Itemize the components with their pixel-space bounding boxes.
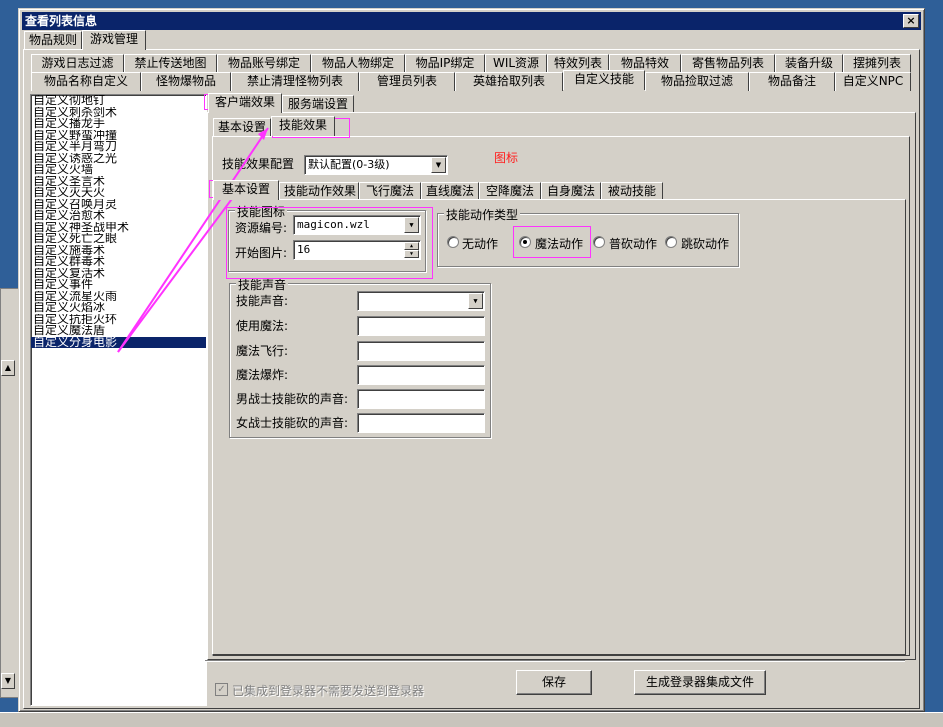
- list-item[interactable]: 自定义死亡之眼: [31, 233, 206, 245]
- flight-sound-field[interactable]: [357, 341, 485, 361]
- list-item[interactable]: 自定义播龙手: [31, 118, 206, 130]
- tab-game-management[interactable]: 游戏管理: [82, 30, 146, 50]
- female-warrior-sound-field[interactable]: [357, 413, 485, 433]
- window-title: 查看列表信息: [25, 14, 98, 28]
- radio-no-action[interactable]: [447, 236, 459, 248]
- sound-label: 技能声音:: [236, 294, 289, 308]
- tab-custom-skills[interactable]: 自定义技能: [563, 70, 645, 90]
- list-item[interactable]: 自定义诱惑之光: [31, 153, 206, 165]
- save-button[interactable]: 保存: [516, 670, 592, 695]
- tab-skill-effects[interactable]: 技能效果: [271, 116, 335, 136]
- background-window: [0, 288, 20, 698]
- skill-icon-group-title: 技能图标: [235, 203, 288, 220]
- skill-list[interactable]: 自定义彻地钉 自定义刺杀剑术 自定义播龙手 自定义野蛮冲撞 自定义半月弯刀 自定…: [30, 94, 207, 706]
- tab-equipment-upgrade[interactable]: 装备升级: [775, 54, 843, 73]
- tab-item-ip-binding[interactable]: 物品IP绑定: [405, 54, 485, 73]
- tab-monster-drops[interactable]: 怪物爆物品: [141, 72, 231, 91]
- radio-normal-slash-label[interactable]: 普砍动作: [609, 235, 657, 252]
- tab-consignment-list[interactable]: 寄售物品列表: [681, 54, 775, 73]
- radio-jump-slash-label[interactable]: 跳砍动作: [681, 235, 729, 252]
- skill-sound-group-title: 技能声音: [236, 276, 289, 293]
- list-item-selected[interactable]: 自定义分身电影: [31, 336, 206, 348]
- background-taskbar: [0, 712, 943, 727]
- female-warrior-sound-label: 女战士技能砍的声音:: [236, 416, 349, 430]
- male-warrior-sound-label: 男战士技能砍的声音:: [236, 392, 349, 406]
- tab-wil-resources[interactable]: WIL资源: [485, 54, 547, 73]
- tab-item-character-binding[interactable]: 物品人物绑定: [311, 54, 405, 73]
- spin-up-icon[interactable]: ▲: [404, 242, 419, 250]
- tab-monster-no-clear-list[interactable]: 禁止清理怪物列表: [231, 72, 359, 91]
- footer-divider: [205, 660, 905, 662]
- radio-magic-action-label[interactable]: 魔法动作: [535, 235, 583, 252]
- list-item[interactable]: 自定义施毒术: [31, 245, 206, 257]
- list-item[interactable]: 自定义魔法盾: [31, 325, 206, 337]
- background-scroll-down-icon[interactable]: ▼: [1, 673, 15, 689]
- effect-config-label: 技能效果配置: [222, 157, 295, 171]
- generate-login-file-button[interactable]: 生成登录器集成文件: [634, 670, 766, 695]
- spin-down-icon[interactable]: ▼: [404, 250, 419, 258]
- tab-banned-teleport-maps[interactable]: 禁止传送地图: [124, 54, 217, 73]
- list-item[interactable]: 自定义神圣战甲术: [31, 222, 206, 234]
- cast-sound-field[interactable]: [357, 316, 485, 336]
- title-bar[interactable]: 查看列表信息 ×: [22, 12, 921, 30]
- tab-hero-pickup-list[interactable]: 英雄拾取列表: [455, 72, 563, 91]
- tab-effect-basic[interactable]: 基本设置: [213, 180, 279, 200]
- background-scroll-up-icon[interactable]: ▲: [1, 360, 15, 376]
- tab-stall-list[interactable]: 摆摊列表: [843, 54, 911, 73]
- radio-normal-slash[interactable]: [593, 236, 605, 248]
- icon-annotation: 图标: [494, 151, 519, 165]
- start-image-label: 开始图片:: [235, 246, 288, 260]
- tab-custom-npc[interactable]: 自定义NPC: [835, 72, 911, 91]
- close-button[interactable]: ×: [903, 14, 919, 28]
- chevron-down-icon[interactable]: ▼: [431, 157, 446, 173]
- radio-jump-slash[interactable]: [665, 236, 677, 248]
- list-item[interactable]: 自定义流星火雨: [31, 291, 206, 303]
- list-item[interactable]: 自定义群毒术: [31, 256, 206, 268]
- tab-item-account-binding[interactable]: 物品账号绑定: [217, 54, 311, 73]
- explosion-sound-label: 魔法爆炸:: [236, 368, 289, 382]
- list-item[interactable]: 自定义抗拒火环: [31, 314, 206, 326]
- list-item[interactable]: 自定义火焰冰: [31, 302, 206, 314]
- list-item[interactable]: 自定义灭天火: [31, 187, 206, 199]
- list-item[interactable]: 自定义野蛮冲撞: [31, 130, 206, 142]
- male-warrior-sound-field[interactable]: [357, 389, 485, 409]
- start-image-value: 16: [297, 243, 311, 256]
- list-item[interactable]: 自定义火墙: [31, 164, 206, 176]
- effect-config-select[interactable]: 默认配置(0-3级) ▼: [304, 155, 448, 175]
- tab-client-effects[interactable]: 客户端效果: [208, 93, 282, 113]
- cast-sound-label: 使用魔法:: [236, 319, 289, 333]
- tab-item-rules[interactable]: 物品规则: [24, 31, 82, 50]
- explosion-sound-field[interactable]: [357, 365, 485, 385]
- radio-magic-action[interactable]: [519, 236, 531, 248]
- tab-basic-settings[interactable]: 基本设置: [213, 118, 271, 137]
- list-item[interactable]: 自定义圣言术: [31, 176, 206, 188]
- list-item[interactable]: 自定义半月弯刀: [31, 141, 206, 153]
- tab-item-notes[interactable]: 物品备注: [749, 72, 835, 91]
- skill-action-type-title: 技能动作类型: [444, 206, 521, 223]
- list-item[interactable]: 自定义治愈术: [31, 210, 206, 222]
- start-image-stepper[interactable]: 16 ▲ ▼: [293, 240, 421, 260]
- integrated-checkbox-label: 已集成到登录器不需要发送到登录器: [232, 684, 425, 698]
- integrated-checkbox[interactable]: ✓: [215, 683, 228, 696]
- tab-admin-list[interactable]: 管理员列表: [359, 72, 455, 91]
- resource-id-select[interactable]: magicon.wzl ▼: [293, 215, 421, 235]
- resource-id-value: magicon.wzl: [297, 218, 370, 231]
- flight-sound-label: 魔法飞行:: [236, 344, 289, 358]
- tab-item-pickup-filter[interactable]: 物品捡取过滤: [645, 72, 749, 91]
- list-item[interactable]: 自定义事件: [31, 279, 206, 291]
- tab-item-name-custom[interactable]: 物品名称自定义: [31, 72, 141, 91]
- tab-game-log-filter[interactable]: 游戏日志过滤: [31, 54, 124, 73]
- list-item[interactable]: 自定义复活术: [31, 268, 206, 280]
- chevron-down-icon[interactable]: ▼: [404, 217, 419, 233]
- list-item[interactable]: 自定义刺杀剑术: [31, 107, 206, 119]
- list-item[interactable]: 自定义召唤月灵: [31, 199, 206, 211]
- resource-id-label: 资源编号:: [235, 221, 288, 235]
- sound-select[interactable]: ▼: [357, 291, 485, 311]
- radio-no-action-label[interactable]: 无动作: [462, 235, 498, 252]
- list-item[interactable]: 自定义彻地钉: [31, 95, 206, 107]
- effect-config-value: 默认配置(0-3级): [308, 158, 390, 171]
- chevron-down-icon[interactable]: ▼: [468, 293, 483, 309]
